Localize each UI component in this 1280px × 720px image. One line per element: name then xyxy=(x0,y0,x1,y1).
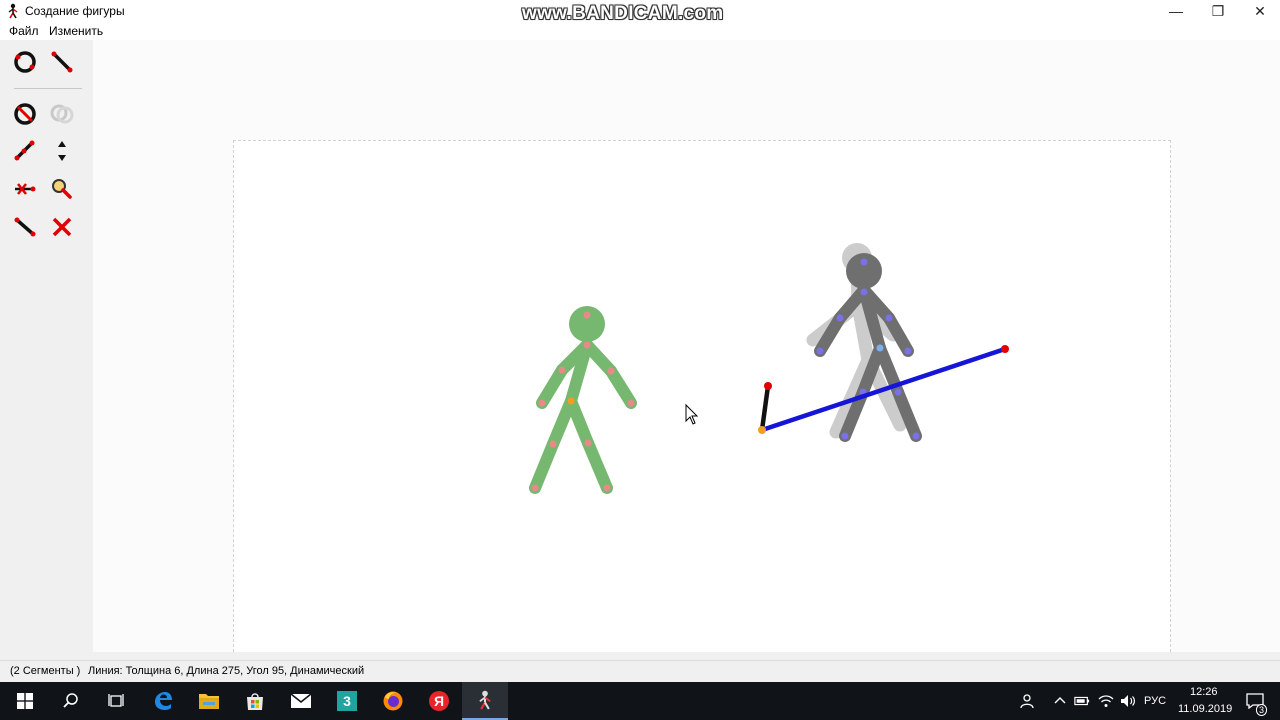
start-icon xyxy=(17,693,33,709)
detach-icon xyxy=(15,183,36,195)
people-icon[interactable] xyxy=(1018,693,1034,709)
no-circle-icon xyxy=(14,103,36,125)
yandex-icon: Я xyxy=(429,691,449,711)
notification-count-badge: 3 xyxy=(1256,704,1268,716)
stick-figure-app-button[interactable] xyxy=(462,682,508,720)
window-title: Создание фигуры xyxy=(25,4,125,18)
line-tool-icon xyxy=(51,51,73,73)
clock-date[interactable]: 11.09.2019 xyxy=(1178,703,1232,715)
search-icon xyxy=(63,693,78,708)
restore-button[interactable]: ❐ xyxy=(1196,0,1240,22)
firefox-button[interactable] xyxy=(370,682,416,720)
mail-button[interactable] xyxy=(278,682,324,720)
circle-tool-button[interactable] xyxy=(11,48,39,76)
yandex-button[interactable]: Я xyxy=(416,682,462,720)
close-button[interactable]: ✕ xyxy=(1238,0,1280,22)
line-info: Линия: Толщина 6, Длина 275, Угол 95, Ди… xyxy=(88,665,365,677)
menu-edit[interactable]: Изменить xyxy=(49,24,103,38)
chevron-up-icon xyxy=(1054,697,1066,704)
line-tool-button[interactable] xyxy=(48,48,76,76)
explorer-button[interactable] xyxy=(186,682,232,720)
restore-icon: ❐ xyxy=(1211,2,1225,19)
store-button[interactable] xyxy=(232,682,278,720)
up-down-arrows-icon xyxy=(58,141,66,161)
start-button[interactable] xyxy=(2,682,48,720)
edge-icon xyxy=(155,692,172,710)
segment-tool-button[interactable] xyxy=(11,213,39,241)
copy-circle-tool-button[interactable] xyxy=(48,100,76,128)
minimize-button[interactable]: — xyxy=(1154,0,1198,22)
store-icon xyxy=(247,693,263,710)
move-up-down-tool-button[interactable] xyxy=(48,137,76,165)
task-view-button[interactable] xyxy=(93,682,139,720)
circle-tool-icon xyxy=(14,51,36,73)
toolbox-separator xyxy=(14,88,82,89)
task-view-icon xyxy=(108,694,124,707)
firefox-icon xyxy=(383,691,403,711)
minimize-icon: — xyxy=(1169,3,1183,19)
magnifier-icon xyxy=(52,179,72,199)
title-bar: Создание фигуры www.BANDICAM.com — ❐ ✕ xyxy=(0,0,1280,24)
tray-overflow-icon[interactable] xyxy=(1052,693,1068,709)
origin-joint-handle[interactable] xyxy=(758,426,766,434)
menu-bar: Файл Изменить xyxy=(0,22,1280,40)
stick-figure-app-icon xyxy=(479,690,491,710)
delete-tool-button[interactable] xyxy=(48,213,76,241)
volume-icon[interactable] xyxy=(1120,693,1136,709)
wifi-icon[interactable] xyxy=(1098,693,1114,709)
attach-tool-button[interactable] xyxy=(11,137,39,165)
people-icon-glyph xyxy=(1020,694,1034,709)
segment-end-handle[interactable] xyxy=(764,382,772,390)
segment-count: (2 Сегменты ) xyxy=(10,665,81,677)
close-icon: ✕ xyxy=(1254,2,1266,19)
battery-icon-glyph xyxy=(1074,696,1090,706)
explorer-icon xyxy=(199,694,219,709)
svg-text:Я: Я xyxy=(434,693,444,709)
app-3-button[interactable]: 3 xyxy=(324,682,370,720)
detach-tool-button[interactable] xyxy=(11,175,39,203)
menu-file[interactable]: Файл xyxy=(9,24,39,38)
taskbar: 3 Я РУС 12:26 11.09.2019 3 xyxy=(0,682,1280,720)
status-bar: (2 Сегменты ) Линия: Толщина 6, Длина 27… xyxy=(0,660,1280,683)
volume-icon-glyph xyxy=(1121,695,1135,707)
language-indicator[interactable]: РУС xyxy=(1144,695,1166,707)
segment-end-handle[interactable] xyxy=(1001,345,1009,353)
mail-icon xyxy=(290,693,312,708)
app-3-icon: 3 xyxy=(337,691,357,711)
search-button[interactable] xyxy=(48,682,94,720)
wifi-icon-glyph xyxy=(1098,695,1114,707)
attach-line-icon xyxy=(14,140,35,161)
edge-button[interactable] xyxy=(140,682,186,720)
stage-canvas[interactable] xyxy=(233,140,1171,652)
copy-circles-icon xyxy=(50,104,74,124)
zoom-tool-button[interactable] xyxy=(48,175,76,203)
stick-figure-app-icon xyxy=(8,3,18,19)
segment-line-icon xyxy=(14,217,36,237)
toolbox xyxy=(4,44,88,650)
clock-time[interactable]: 12:26 xyxy=(1190,686,1218,698)
red-x-icon xyxy=(52,217,72,237)
battery-icon[interactable] xyxy=(1074,693,1090,709)
svg-text:3: 3 xyxy=(343,693,351,709)
remove-circle-tool-button[interactable] xyxy=(11,100,39,128)
